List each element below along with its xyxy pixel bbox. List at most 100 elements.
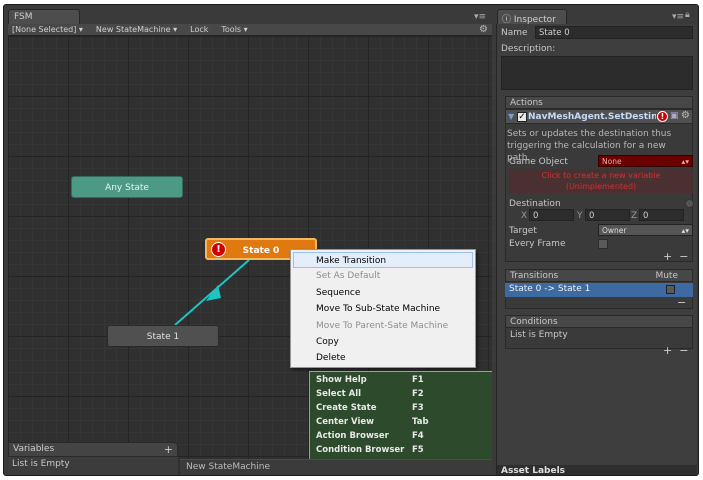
game-object-field[interactable]: None ▴▾ bbox=[598, 155, 693, 167]
fsm-toolbar: [None Selected] ▾ New StateMachine ▾ Loc… bbox=[8, 24, 492, 36]
name-field[interactable]: State 0 bbox=[535, 26, 693, 39]
target-label: Target bbox=[509, 226, 537, 236]
add-variable-button[interactable]: + bbox=[164, 443, 173, 456]
destination-y-field[interactable]: 0 bbox=[585, 209, 630, 221]
fsm-dropdown[interactable]: New StateMachine ▾ bbox=[96, 25, 177, 34]
lock-button[interactable]: Lock bbox=[190, 25, 208, 34]
hint-key: F4 bbox=[412, 431, 424, 441]
add-condition-button[interactable]: + bbox=[663, 344, 672, 357]
foldout-arrow-icon[interactable]: ▼ bbox=[508, 112, 514, 121]
error-icon: ! bbox=[657, 111, 668, 122]
selection-dropdown[interactable]: [None Selected] ▾ bbox=[12, 25, 83, 34]
hint-key: Tab bbox=[412, 417, 429, 427]
fsm-name-label: New StateMachine bbox=[180, 459, 492, 475]
menu-item-copy[interactable]: Copy bbox=[291, 334, 475, 350]
hint-row: Show Help F1 bbox=[316, 375, 487, 389]
app-window: FSM ▾≡ [None Selected] ▾ New StateMachin… bbox=[3, 4, 699, 476]
tools-dropdown[interactable]: Tools ▾ bbox=[221, 25, 247, 34]
state-1[interactable]: State 1 bbox=[107, 325, 219, 347]
variable-toggle-icon[interactable] bbox=[685, 199, 694, 208]
state-0-label: State 0 bbox=[242, 246, 280, 256]
every-frame-label: Every Frame bbox=[509, 239, 566, 249]
description-label: Description: bbox=[501, 44, 556, 54]
mute-checkbox[interactable] bbox=[666, 285, 675, 294]
gear-icon[interactable]: ⚙ bbox=[479, 24, 488, 35]
inspector-panel: Name State 0 Description: Actions ▼ ✓ Na… bbox=[496, 24, 697, 475]
gear-icon[interactable]: ⚙ bbox=[681, 110, 690, 121]
variables-list: List is Empty bbox=[8, 457, 178, 475]
hint-label: Create State bbox=[316, 403, 377, 413]
action-list-buttons: + − bbox=[663, 250, 688, 263]
tab-fsm[interactable]: FSM bbox=[8, 9, 80, 24]
remove-action-button[interactable]: − bbox=[679, 250, 688, 263]
hint-row: Condition Browser F5 bbox=[316, 445, 487, 459]
action-enabled-checkbox[interactable]: ✓ bbox=[517, 112, 527, 122]
mute-label: Mute bbox=[655, 271, 678, 281]
inspector-menu-icon[interactable]: ▾≡ bbox=[672, 12, 684, 22]
variables-title: Variables bbox=[13, 444, 55, 454]
hint-row: Action Browser F4 bbox=[316, 431, 487, 445]
transitions-title: Transitions bbox=[510, 271, 559, 281]
action-header[interactable]: ▼ ✓ NavMeshAgent.SetDestination ! ▣ ⚙ bbox=[505, 109, 693, 124]
remove-transition-button[interactable]: − bbox=[677, 296, 686, 309]
hint-key: F1 bbox=[412, 375, 424, 385]
hint-label: Action Browser bbox=[316, 431, 389, 441]
transitions-header: Transitions Mute bbox=[506, 270, 692, 282]
chevron-down-icon: ▾ bbox=[173, 25, 178, 34]
chevron-down-icon: ▴▾ bbox=[681, 226, 689, 235]
hint-label: Select All bbox=[316, 389, 362, 399]
asset-labels-bar: Asset Labels bbox=[497, 465, 697, 475]
lock-icon[interactable]: 🔒︎ bbox=[685, 10, 690, 20]
tools-label: Tools bbox=[221, 25, 242, 34]
variables-empty-text: List is Empty bbox=[12, 459, 70, 469]
hint-label: Condition Browser bbox=[316, 445, 405, 455]
transition-row[interactable]: State 0 -> State 1 bbox=[505, 283, 693, 297]
state-any-state[interactable]: Any State bbox=[71, 176, 183, 198]
hint-key: F5 bbox=[412, 445, 424, 455]
help-book-icon[interactable]: ▣ bbox=[670, 111, 679, 121]
every-frame-checkbox[interactable] bbox=[598, 239, 608, 249]
name-label: Name bbox=[501, 28, 528, 38]
menu-item-move-to-parent-state-machine: Move To Parent-Sate Machine bbox=[316, 320, 449, 331]
hint-row: Select All F2 bbox=[316, 389, 487, 403]
conditions-header: Conditions bbox=[506, 316, 692, 328]
add-action-button[interactable]: + bbox=[663, 250, 672, 263]
fsm-graph-canvas[interactable]: Any State ! State 0 State 1 Make Transit… bbox=[8, 36, 492, 475]
menu-item-move-to-sub-state-machine[interactable]: Move To Sub-State Machine bbox=[291, 301, 475, 317]
hint-row: Center View Tab bbox=[316, 417, 487, 431]
game-object-label: Game Object bbox=[509, 157, 568, 167]
destination-x-field[interactable]: 0 bbox=[529, 209, 574, 221]
destination-z-field[interactable]: 0 bbox=[639, 209, 684, 221]
chevron-down-icon: ▾ bbox=[78, 25, 83, 34]
destination-label: Destination bbox=[509, 199, 561, 209]
context-menu: Make Transition Set As Default Sequence … bbox=[290, 249, 476, 368]
shortcut-hints-panel: Show Help F1 Select All F2 Create State F3 … bbox=[309, 371, 492, 464]
tab-menu-icon[interactable]: ▾≡ bbox=[474, 12, 486, 22]
remove-condition-button[interactable]: − bbox=[679, 344, 688, 357]
hint-key: F3 bbox=[412, 403, 424, 413]
transition-label: State 0 -> State 1 bbox=[509, 284, 591, 294]
game-object-value: None bbox=[602, 157, 622, 166]
actions-header: Actions bbox=[506, 97, 692, 109]
description-field[interactable] bbox=[501, 56, 693, 90]
menu-item-delete[interactable]: Delete bbox=[291, 350, 475, 366]
target-dropdown[interactable]: Owner ▴▾ bbox=[598, 224, 693, 236]
menu-item-set-as-default: Set As Default bbox=[316, 271, 381, 282]
variables-header[interactable]: Variables + bbox=[8, 442, 178, 457]
error-icon: ! bbox=[211, 242, 226, 257]
selection-label: [None Selected] bbox=[12, 25, 77, 34]
hint-key: F2 bbox=[412, 389, 424, 399]
condition-list-buttons: + − bbox=[663, 344, 688, 357]
action-title: NavMeshAgent.SetDestination bbox=[528, 112, 656, 122]
tab-inspector[interactable]: ⓘ Inspector bbox=[497, 9, 567, 25]
hint-row: Create State F3 bbox=[316, 403, 487, 417]
menu-item-make-transition[interactable]: Make Transition bbox=[293, 252, 473, 269]
fsm-dropdown-label: New StateMachine bbox=[95, 25, 171, 34]
z-label: Z bbox=[631, 211, 638, 221]
menu-item-sequence[interactable]: Sequence bbox=[291, 285, 475, 301]
fsm-tab-label: FSM bbox=[14, 12, 33, 22]
hint-label: Center View bbox=[316, 417, 374, 427]
chevron-down-icon: ▾ bbox=[243, 25, 248, 34]
create-variable-error-link[interactable]: Click to create a new variable (Unimplem… bbox=[509, 169, 693, 193]
y-label: Y bbox=[577, 211, 583, 221]
